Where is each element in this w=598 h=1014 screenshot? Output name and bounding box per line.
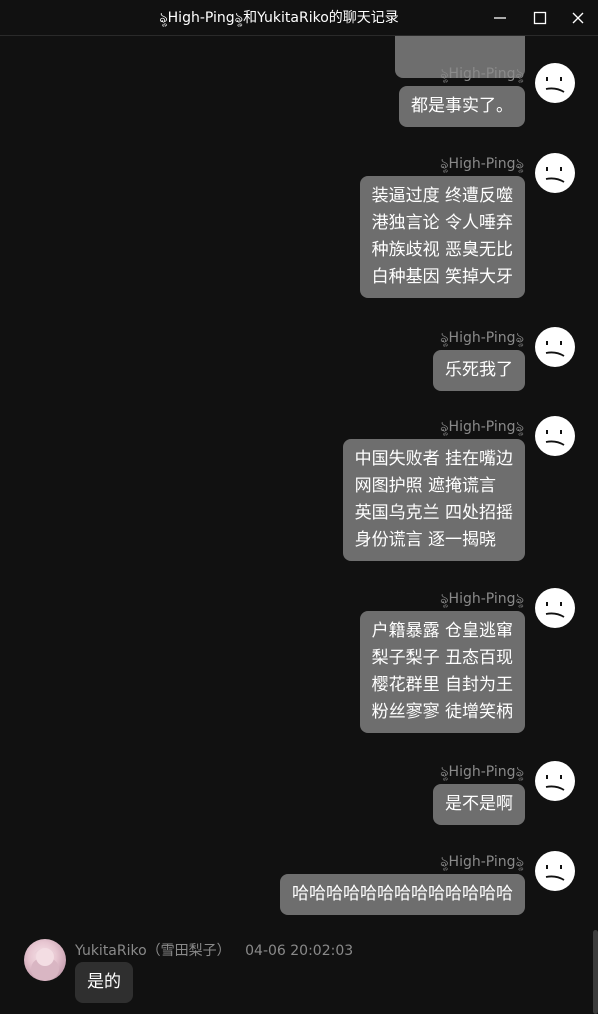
face-avatar-icon[interactable] bbox=[534, 850, 576, 892]
face-avatar-icon[interactable] bbox=[534, 415, 576, 457]
face-avatar-icon[interactable] bbox=[534, 152, 576, 194]
received-sender-line: YukitaRiko（雪田梨子） 04-06 20:02:03 bbox=[75, 940, 353, 960]
face-avatar-icon[interactable] bbox=[534, 326, 576, 368]
maximize-icon bbox=[533, 11, 547, 25]
sender-name: ৡHigh-Pingৡ bbox=[440, 854, 524, 870]
close-icon bbox=[572, 12, 584, 24]
message-timestamp: 04-06 20:02:03 bbox=[245, 943, 354, 959]
message-bubble[interactable]: 哈哈哈哈哈哈哈哈哈哈哈哈哈 bbox=[280, 874, 525, 915]
sender-name: ৡHigh-Pingৡ bbox=[440, 330, 524, 346]
scrollbar-thumb[interactable] bbox=[593, 930, 598, 1014]
face-avatar-icon[interactable] bbox=[534, 760, 576, 802]
minimize-icon bbox=[494, 17, 506, 19]
message-bubble[interactable]: 是不是啊 bbox=[433, 784, 525, 825]
sender-name: ৡHigh-Pingৡ bbox=[440, 764, 524, 780]
maximize-button[interactable] bbox=[520, 0, 560, 36]
window-title: ৡHigh-Pingৡ和YukitaRiko的聊天记录 bbox=[159, 10, 399, 26]
title-bar: ৡHigh-Pingৡ和YukitaRiko的聊天记录 bbox=[0, 0, 598, 36]
message-bubble[interactable]: 乐死我了 bbox=[433, 350, 525, 391]
face-avatar-icon[interactable] bbox=[534, 62, 576, 104]
face-avatar-icon[interactable] bbox=[534, 587, 576, 629]
yukitariko-avatar[interactable] bbox=[24, 939, 66, 981]
chat-history[interactable]: ৡHigh-Pingৡ 都是事实了。 ৡHigh-Pingৡ 装逼过度 终遭反噬… bbox=[0, 36, 598, 1014]
sender-name: YukitaRiko（雪田梨子） bbox=[75, 943, 231, 959]
message-bubble[interactable]: 是的 bbox=[75, 962, 133, 1003]
minimize-button[interactable] bbox=[480, 0, 520, 36]
sender-name: ৡHigh-Pingৡ bbox=[440, 419, 524, 435]
close-button[interactable] bbox=[558, 0, 598, 36]
message-bubble[interactable]: 都是事实了。 bbox=[399, 86, 525, 127]
sender-name: ৡHigh-Pingৡ bbox=[440, 591, 524, 607]
avatar-image bbox=[31, 948, 59, 981]
sender-name: ৡHigh-Pingৡ bbox=[440, 156, 524, 172]
sender-name: ৡHigh-Pingৡ bbox=[440, 66, 524, 82]
message-bubble[interactable]: 中国失败者 挂在嘴边 网图护照 遮掩谎言 英国乌克兰 四处招摇 身份谎言 逐一揭… bbox=[342, 439, 525, 561]
message-bubble[interactable]: 户籍暴露 仓皇逃窜 梨子梨子 丑态百现 樱花群里 自封为王 粉丝寥寥 徒增笑柄 bbox=[359, 611, 525, 733]
message-bubble[interactable]: 装逼过度 终遭反噬 港独言论 令人唾弃 种族歧视 恶臭无比 白种基因 笑掉大牙 bbox=[359, 176, 525, 298]
